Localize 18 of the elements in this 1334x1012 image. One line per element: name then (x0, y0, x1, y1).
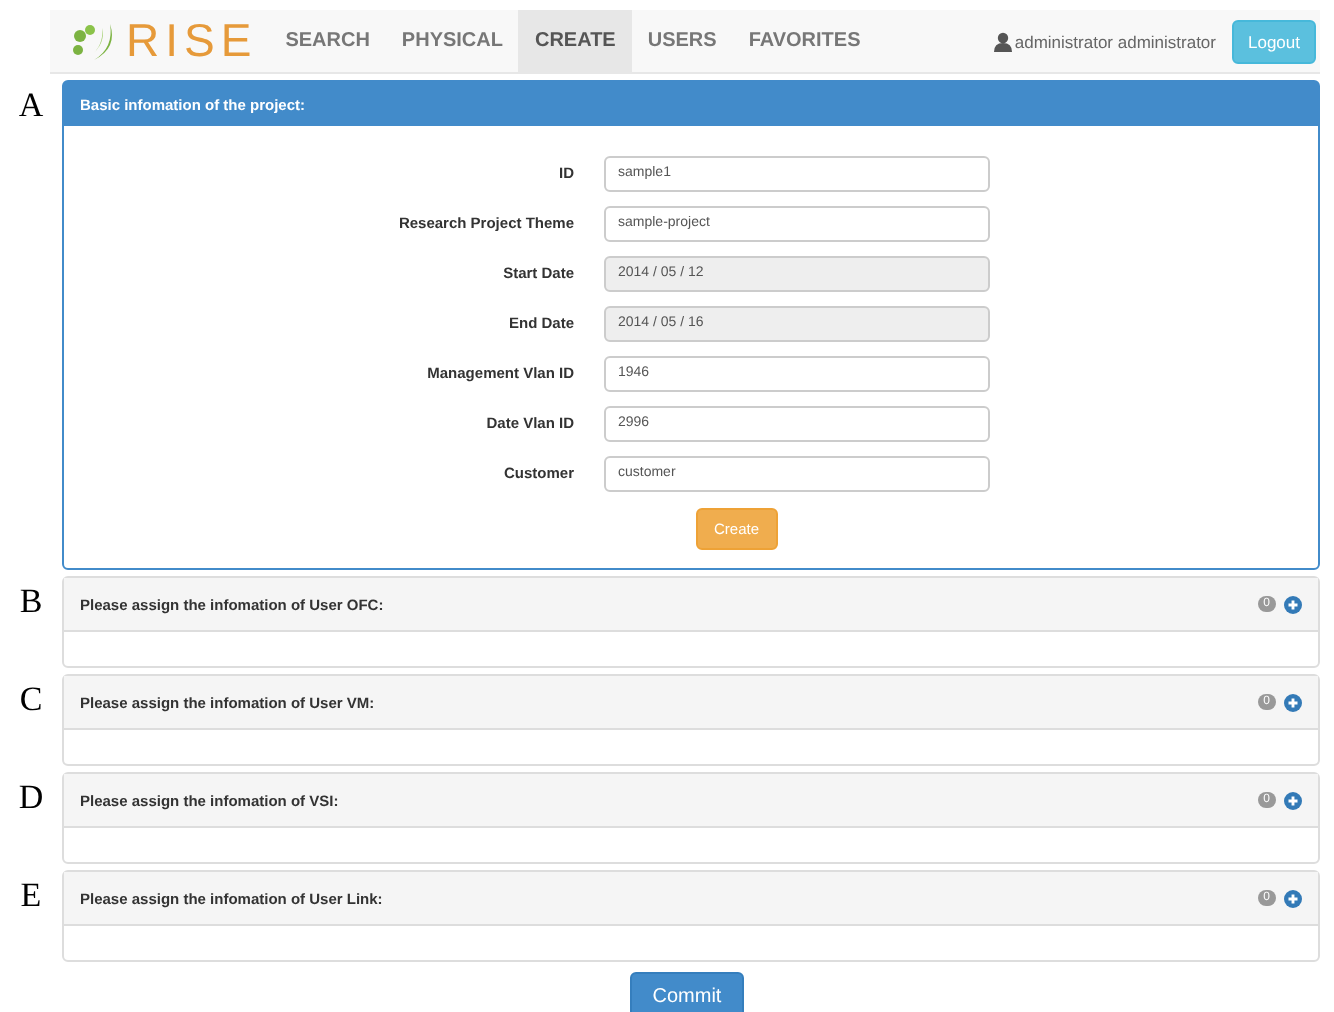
nav-tab[interactable]: USERS (631, 10, 733, 72)
commit-button[interactable]: Commit (630, 972, 744, 1012)
add-icon[interactable] (1284, 595, 1302, 613)
nav-tab[interactable]: CREATE (518, 10, 632, 72)
logo-text: RISE (126, 14, 258, 68)
nav-tab[interactable]: SEARCH (269, 10, 386, 72)
nav-tab[interactable]: FAVORITES (732, 10, 877, 72)
user-icon (994, 31, 1013, 51)
section-marker: B (17, 580, 45, 622)
add-icon[interactable] (1284, 889, 1302, 907)
section-marker: A (16, 84, 46, 126)
section-marker: D (16, 776, 46, 818)
add-icon[interactable] (1284, 693, 1302, 711)
section-marker: E (18, 874, 44, 916)
section-marker: C (17, 678, 45, 720)
user-name: administrator administrator (1014, 31, 1216, 51)
nav-tab[interactable]: PHYSICAL (385, 10, 519, 72)
add-icon[interactable] (1284, 791, 1302, 809)
